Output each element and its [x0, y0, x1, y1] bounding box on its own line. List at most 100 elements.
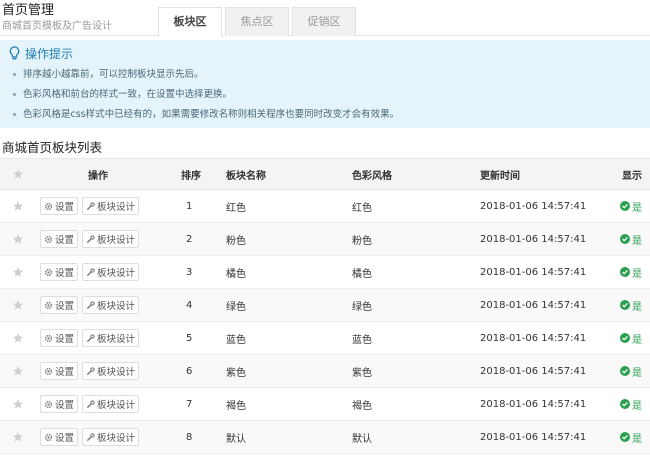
tab-promotion[interactable]: 促销区: [292, 7, 356, 36]
settings-label: 设置: [55, 334, 75, 345]
color-style: 红色: [352, 202, 372, 214]
color-style: 默认: [352, 433, 372, 445]
gear-icon: [44, 235, 53, 243]
table-row: 设置 板块设计 8 默认 默认 2018-01-06 14:57:41 是: [0, 421, 650, 454]
gear-icon: [44, 268, 53, 276]
star-icon[interactable]: [10, 289, 26, 321]
wrench-icon: [86, 234, 95, 243]
sort-value: 1: [186, 200, 193, 212]
update-time: 2018-01-06 14:57:41: [480, 332, 587, 344]
table-row: 设置 板块设计 6 紫色 紫色 2018-01-06 14:57:41 是: [0, 355, 650, 388]
star-icon[interactable]: [10, 355, 26, 387]
update-time: 2018-01-06 14:57:41: [480, 299, 587, 311]
color-style: 紫色: [352, 367, 372, 379]
check-circle-icon: [620, 333, 630, 343]
display-toggle[interactable]: 是: [620, 190, 642, 222]
tip-item: 色彩风格和前台的样式一致，在设置中选择更换。: [13, 85, 399, 105]
sort-value: 2: [186, 233, 193, 245]
settings-button[interactable]: 设置: [40, 395, 79, 413]
color-style: 蓝色: [352, 334, 372, 346]
update-time: 2018-01-06 14:57:41: [480, 398, 587, 410]
settings-button[interactable]: 设置: [40, 428, 79, 446]
page-header: 首页管理 商城首页模板及广告设计 板块区 焦点区 促销区: [0, 0, 650, 37]
block-design-label: 板块设计: [97, 202, 136, 213]
header-star-icon[interactable]: [10, 159, 26, 189]
settings-button[interactable]: 设置: [40, 197, 79, 215]
block-design-label: 板块设计: [97, 400, 136, 411]
tips-title: 操作提示: [25, 47, 74, 61]
settings-label: 设置: [55, 301, 75, 312]
tips-list: 排序越小越靠前，可以控制板块显示先后。 色彩风格和前台的样式一致，在设置中选择更…: [13, 65, 399, 125]
block-design-label: 板块设计: [97, 301, 136, 312]
settings-button[interactable]: 设置: [40, 329, 79, 347]
display-toggle[interactable]: 是: [620, 223, 642, 255]
settings-label: 设置: [55, 268, 75, 279]
col-color-style: 色彩风格: [352, 170, 392, 182]
block-design-button[interactable]: 板块设计: [82, 296, 140, 314]
settings-button[interactable]: 设置: [40, 296, 79, 314]
col-display: 显示: [622, 170, 642, 182]
check-circle-icon: [620, 366, 630, 376]
table-row: 设置 板块设计 5 蓝色 蓝色 2018-01-06 14:57:41 是: [0, 322, 650, 355]
sort-value: 5: [186, 332, 193, 344]
block-design-button[interactable]: 板块设计: [82, 329, 140, 347]
block-design-button[interactable]: 板块设计: [82, 197, 140, 215]
gear-icon: [44, 367, 53, 375]
display-label: 是: [632, 400, 642, 412]
wrench-icon: [86, 399, 95, 408]
block-design-button[interactable]: 板块设计: [82, 362, 140, 380]
page-subtitle: 商城首页模板及广告设计: [2, 21, 112, 32]
star-icon[interactable]: [10, 388, 26, 420]
block-design-button[interactable]: 板块设计: [82, 428, 140, 446]
settings-button[interactable]: 设置: [40, 362, 79, 380]
table-row: 设置 板块设计 1 红色 红色 2018-01-06 14:57:41 是: [0, 190, 650, 223]
wrench-icon: [86, 300, 95, 309]
wrench-icon: [86, 267, 95, 276]
color-style: 橘色: [352, 268, 372, 280]
display-toggle[interactable]: 是: [620, 355, 642, 387]
color-style: 绿色: [352, 301, 372, 313]
tab-focus[interactable]: 焦点区: [225, 7, 289, 36]
tab-blocks[interactable]: 板块区: [158, 7, 222, 37]
display-label: 是: [632, 334, 642, 346]
block-design-button[interactable]: 板块设计: [82, 263, 140, 281]
check-circle-icon: [620, 399, 630, 409]
tip-item: 色彩风格是css样式中已经有的，如果需要修改名称则相关程序也要同时改变才会有效果…: [13, 105, 399, 125]
display-toggle[interactable]: 是: [620, 388, 642, 420]
table-row: 设置 板块设计 2 粉色 粉色 2018-01-06 14:57:41 是: [0, 223, 650, 256]
wrench-icon: [86, 333, 95, 342]
row-actions: 设置 板块设计: [40, 190, 150, 222]
star-icon[interactable]: [10, 190, 26, 222]
check-circle-icon: [620, 201, 630, 211]
block-design-button[interactable]: 板块设计: [82, 230, 140, 248]
block-design-label: 板块设计: [97, 433, 136, 444]
display-toggle[interactable]: 是: [620, 256, 642, 288]
block-name: 绿色: [226, 301, 246, 313]
block-design-label: 板块设计: [97, 268, 136, 279]
display-label: 是: [632, 235, 642, 247]
star-icon[interactable]: [10, 223, 26, 255]
block-name: 橘色: [226, 268, 246, 280]
wrench-icon: [86, 366, 95, 375]
page-title: 首页管理: [2, 3, 55, 18]
display-toggle[interactable]: 是: [620, 289, 642, 321]
star-icon[interactable]: [10, 256, 26, 288]
display-label: 是: [632, 202, 642, 214]
row-actions: 设置 板块设计: [40, 223, 150, 255]
settings-label: 设置: [55, 433, 75, 444]
table-row: 设置 板块设计 3 橘色 橘色 2018-01-06 14:57:41 是: [0, 256, 650, 289]
display-toggle[interactable]: 是: [620, 421, 642, 453]
col-block-name: 板块名称: [226, 170, 266, 182]
row-actions: 设置 板块设计: [40, 421, 150, 453]
tip-item: 排序越小越靠前，可以控制板块显示先后。: [13, 65, 399, 85]
star-icon[interactable]: [10, 322, 26, 354]
update-time: 2018-01-06 14:57:41: [480, 200, 587, 212]
block-name: 默认: [226, 433, 246, 445]
settings-button[interactable]: 设置: [40, 263, 79, 281]
block-design-button[interactable]: 板块设计: [82, 395, 140, 413]
display-toggle[interactable]: 是: [620, 322, 642, 354]
update-time: 2018-01-06 14:57:41: [480, 266, 587, 278]
settings-button[interactable]: 设置: [40, 230, 79, 248]
star-icon[interactable]: [10, 421, 26, 453]
row-actions: 设置 板块设计: [40, 388, 150, 420]
